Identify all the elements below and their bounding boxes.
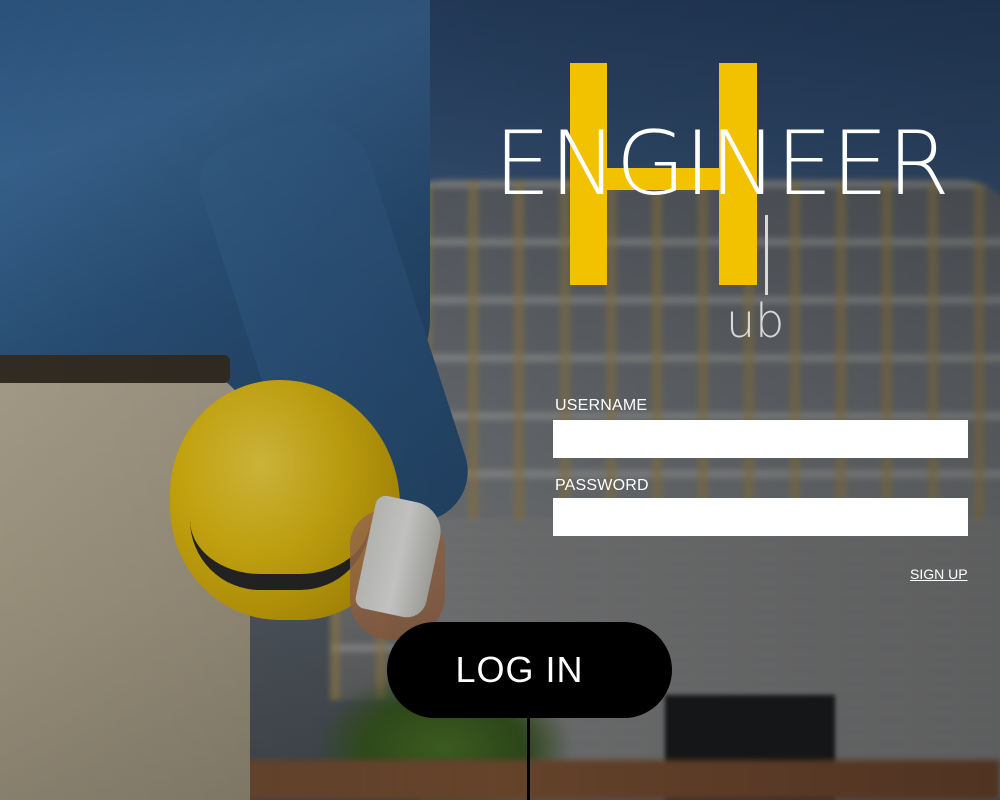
engineer-hub-logo: ENGINEER ub	[0, 0, 1000, 360]
username-label: USERNAME	[555, 397, 648, 414]
sign-up-link[interactable]: SIGN UP	[910, 566, 968, 582]
login-button[interactable]: LOG IN	[387, 622, 672, 718]
username-input[interactable]	[553, 420, 968, 458]
password-input[interactable]	[553, 498, 968, 536]
password-label: PASSWORD	[555, 477, 649, 494]
logo-word: ENGINEER	[494, 112, 950, 215]
login-button-stem	[527, 716, 530, 800]
logo-divider-line	[765, 215, 768, 295]
logo-sub: ub	[726, 294, 785, 348]
